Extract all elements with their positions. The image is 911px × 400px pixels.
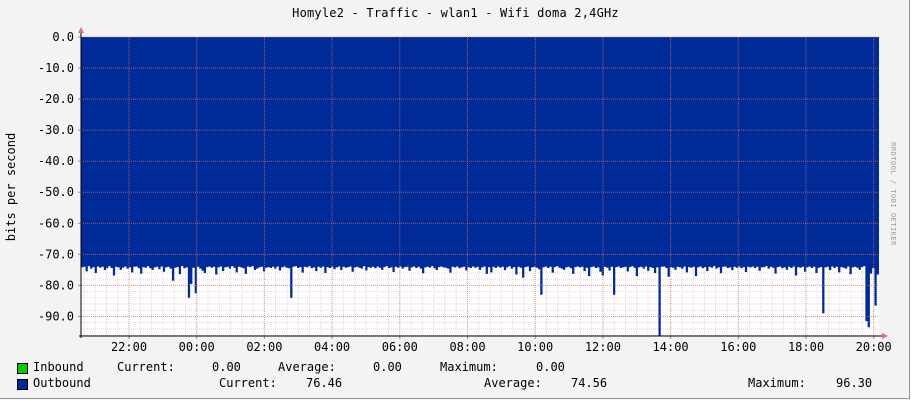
- outbound-swatch: [17, 379, 28, 390]
- y-tick-label: -90.0: [38, 309, 74, 323]
- legend-row-inbound: Inbound Current: 0.00 Average: 0.00 Maxi…: [0, 360, 911, 375]
- y-tick-label: -40.0: [38, 154, 74, 168]
- y-tick-label: -10.0: [38, 61, 74, 75]
- x-tick-label: 06:00: [382, 340, 418, 354]
- inbound-current-value: 0.00: [212, 360, 241, 374]
- outbound-maximum-label: Maximum:: [748, 376, 806, 390]
- inbound-maximum-label: Maximum:: [440, 360, 498, 374]
- y-tick-label: -80.0: [38, 278, 74, 292]
- outbound-current-label: Current:: [219, 376, 277, 390]
- x-tick-label: 02:00: [246, 340, 282, 354]
- outbound-name: Outbound: [33, 376, 91, 390]
- y-tick-label: -70.0: [38, 247, 74, 261]
- x-tick-label: 20:00: [856, 340, 892, 354]
- y-tick-label: -50.0: [38, 185, 74, 199]
- x-tick-label: 04:00: [314, 340, 350, 354]
- x-tick-label: 08:00: [449, 340, 485, 354]
- legend-row-outbound: Outbound Current: 76.46 Average: 74.56 M…: [0, 376, 911, 391]
- outbound-average-value: 74.56: [571, 376, 608, 390]
- inbound-maximum-value: 0.00: [536, 360, 565, 374]
- x-tick-label: 12:00: [585, 340, 621, 354]
- inbound-swatch: [17, 363, 28, 374]
- y-tick-label: 0.0: [52, 30, 74, 44]
- y-tick-label: -20.0: [38, 92, 74, 106]
- inbound-average-value: 0.00: [373, 360, 402, 374]
- x-tick-label: 16:00: [720, 340, 756, 354]
- x-tick-label: 14:00: [653, 340, 689, 354]
- inbound-current-label: Current:: [117, 360, 175, 374]
- y-tick-label: -30.0: [38, 123, 74, 137]
- outbound-average-label: Average:: [484, 376, 542, 390]
- y-tick-label: -60.0: [38, 216, 74, 230]
- inbound-name: Inbound: [33, 360, 84, 374]
- x-tick-label: 22:00: [111, 340, 147, 354]
- y-axis-arrow: [78, 27, 84, 33]
- x-tick-label: 10:00: [517, 340, 553, 354]
- x-tick-label: 18:00: [788, 340, 824, 354]
- inbound-average-label: Average:: [278, 360, 336, 374]
- outbound-current-value: 76.46: [306, 376, 343, 390]
- x-axis-arrow: [882, 333, 888, 339]
- x-tick-label: 00:00: [179, 340, 215, 354]
- outbound-maximum-value: 96.30: [836, 376, 873, 390]
- chart-area: 0.0 -10.0 -20.0 -30.0 -40.0 -50.0 -60.0 -70.0 -8…: [38, 27, 892, 354]
